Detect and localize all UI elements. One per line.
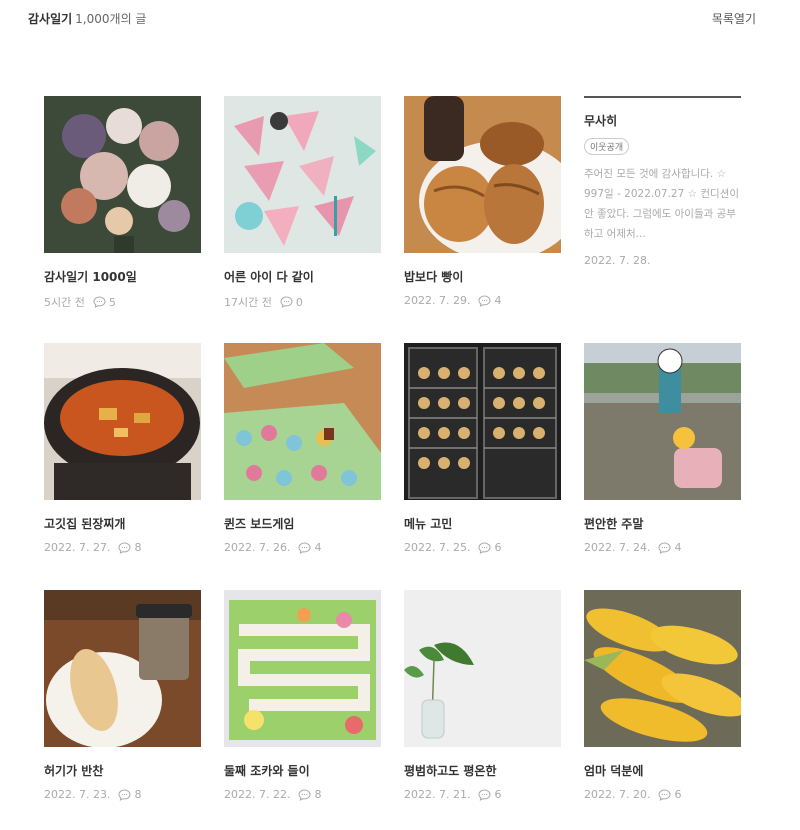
comment-icon [298, 788, 311, 801]
post-count: 1,000개의 글 [75, 12, 147, 26]
comment-icon [93, 296, 106, 308]
post-meta: 2022. 7. 26. 4 [224, 541, 321, 554]
comment-icon [478, 541, 491, 554]
post-date: 2022. 7. 22. [224, 788, 291, 801]
post-title[interactable]: 편안한 주말 [584, 515, 643, 532]
post-title[interactable]: 밥보다 빵이 [404, 268, 463, 285]
comment-count: 8 [134, 788, 142, 801]
plant-vase-thumbnail[interactable] [404, 590, 561, 747]
list-toggle-button[interactable]: 목록열기 [712, 10, 756, 27]
post-meta: 2022. 7. 29. 4 [404, 294, 501, 307]
comment-icon [118, 788, 131, 801]
sandwich-coffee-thumbnail[interactable] [44, 590, 201, 747]
post-meta: 17시간 전 0 [224, 294, 303, 310]
stream-kids-thumbnail[interactable] [584, 343, 741, 500]
post-title[interactable]: 허기가 반찬 [44, 762, 103, 779]
comment-count: 8 [134, 541, 142, 554]
post-date: 2022. 7. 27. [44, 541, 111, 554]
comment-icon [658, 788, 671, 801]
post-meta: 2022. 7. 20. 6 [584, 788, 681, 801]
post-date: 2022. 7. 29. [404, 294, 471, 307]
corn-thumbnail[interactable] [584, 590, 741, 747]
croissant-thumbnail[interactable] [404, 96, 561, 253]
comment-count: 5 [108, 295, 116, 309]
post-date: 2022. 7. 21. [404, 788, 471, 801]
post-date: 17시간 전 [224, 296, 272, 309]
post-meta: 2022. 7. 21. 6 [404, 788, 501, 801]
post-date: 2022. 7. 24. [584, 541, 651, 554]
post-title[interactable]: 퀸즈 보드게임 [224, 515, 294, 532]
comment-count: 4 [314, 541, 322, 554]
board-game-thumbnail[interactable] [224, 343, 381, 500]
post-title[interactable]: 평범하고도 평온한 [404, 762, 497, 779]
post-title[interactable]: 어른 아이 다 같이 [224, 268, 314, 285]
post-title[interactable]: 메뉴 고민 [404, 515, 452, 532]
visibility-badge: 이웃공개 [584, 138, 630, 155]
post-date: 2022. 7. 28. [584, 254, 651, 267]
comment-icon [118, 541, 131, 554]
comment-icon [478, 788, 491, 801]
post-date: 2022. 7. 25. [404, 541, 471, 554]
post-title[interactable]: 엄마 덕분에 [584, 762, 643, 779]
post-date: 2022. 7. 20. [584, 788, 651, 801]
comment-count: 6 [674, 788, 682, 801]
post-meta: 2022. 7. 22. 8 [224, 788, 321, 801]
stew-pot-thumbnail[interactable] [44, 343, 201, 500]
post-meta: 2022. 7. 27. 8 [44, 541, 141, 554]
comment-count: 6 [494, 788, 502, 801]
category-header: 감사일기 1,000개의 글 목록열기 [28, 10, 760, 30]
card-divider [584, 96, 741, 98]
kids-game-board-thumbnail[interactable] [224, 590, 381, 747]
post-meta: 2022. 7. 25. 6 [404, 541, 501, 554]
post-date: 5시간 전 [44, 296, 85, 309]
post-title[interactable]: 감사일기 1000일 [44, 268, 137, 285]
comment-count: 4 [494, 294, 502, 307]
category-title[interactable]: 감사일기 1,000개의 글 [28, 10, 146, 27]
comment-count: 4 [674, 541, 682, 554]
post-meta: 2022. 7. 23. 8 [44, 788, 141, 801]
party-table-thumbnail[interactable] [224, 96, 381, 253]
post-title[interactable]: 고깃집 된장찌개 [44, 515, 125, 532]
category-name: 감사일기 [28, 12, 73, 26]
post-meta: 2022. 7. 24. 4 [584, 541, 681, 554]
comment-icon [658, 541, 671, 554]
comment-count: 0 [295, 295, 303, 309]
comment-count: 6 [494, 541, 502, 554]
post-excerpt[interactable]: 주어진 모든 것에 감사합니다. ☆ 997일 - 2022.07.27 ☆ 컨… [584, 164, 739, 244]
post-date: 2022. 7. 23. [44, 788, 111, 801]
post-title[interactable]: 무사히 [584, 112, 617, 129]
food-display-thumbnail[interactable] [404, 343, 561, 500]
comment-icon [280, 296, 293, 308]
post-title[interactable]: 둘째 조카와 들이 [224, 762, 310, 779]
comment-icon [478, 294, 491, 307]
comment-count: 8 [314, 788, 322, 801]
comment-icon [298, 541, 311, 554]
post-meta: 5시간 전 5 [44, 294, 116, 310]
flower-bouquet-thumbnail[interactable] [44, 96, 201, 253]
post-date: 2022. 7. 26. [224, 541, 291, 554]
